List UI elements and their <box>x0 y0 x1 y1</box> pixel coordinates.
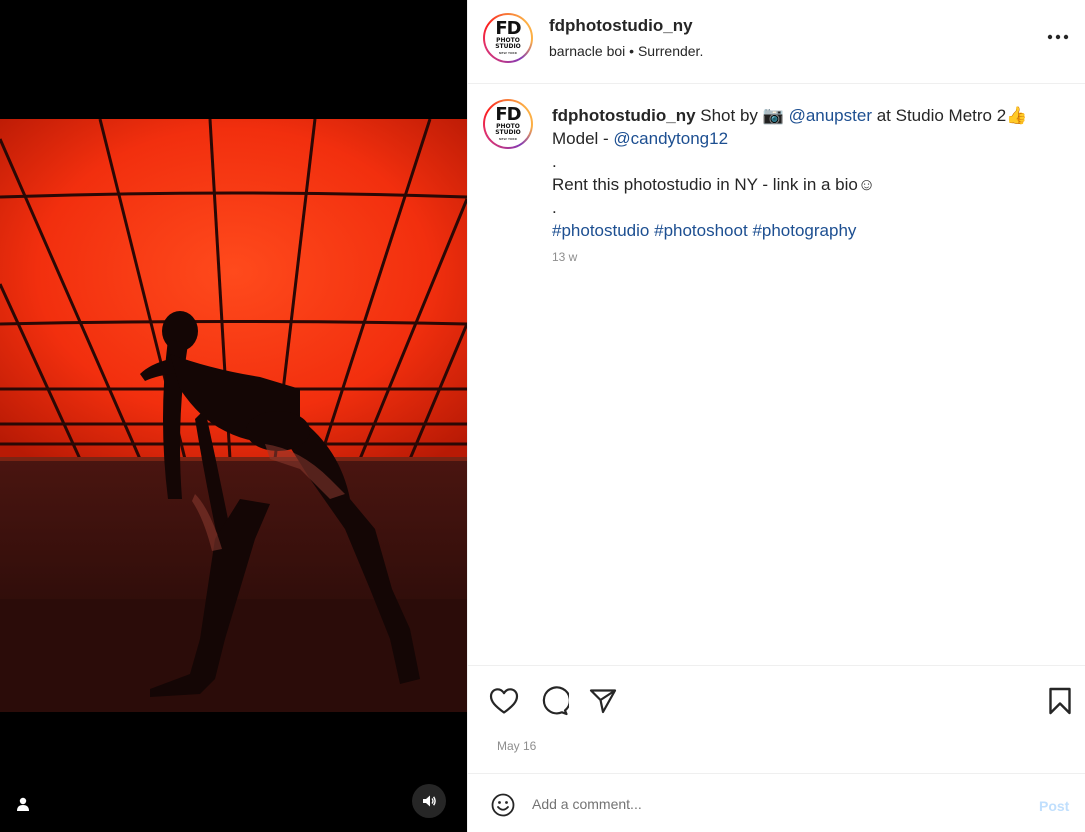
comment-button[interactable] <box>538 685 570 717</box>
comment-input[interactable] <box>532 791 1012 817</box>
post-photo[interactable] <box>0 119 467 712</box>
caption-shot-by: Shot by <box>700 106 758 125</box>
photo-scene <box>0 119 467 712</box>
share-icon <box>589 689 617 714</box>
caption-dot-2: . <box>552 198 557 217</box>
model-mention[interactable]: @candytong12 <box>613 129 728 148</box>
fd-logo: FD PHOTO STUDIO NEW YORK <box>485 15 531 61</box>
camera-emoji: 📷 <box>762 106 784 125</box>
post-comment-button[interactable]: Post <box>1039 798 1069 814</box>
hashtag-link[interactable]: #photoshoot <box>654 221 748 240</box>
caption-dot-1: . <box>552 152 557 171</box>
post-header: FD PHOTO STUDIO NEW YORK fdphotostudio_n… <box>468 0 1085 84</box>
emoji-icon <box>491 793 515 817</box>
fd-logo: FD PHOTO STUDIO NEW YORK <box>485 101 531 147</box>
author-username[interactable]: fdphotostudio_ny <box>549 16 693 36</box>
audio-attribution[interactable]: barnacle boi • Surrender. <box>549 43 703 59</box>
sound-toggle-button[interactable] <box>412 784 446 818</box>
rent-text: Rent this photostudio in NY - link in a … <box>552 175 858 194</box>
thumbs-up-emoji: 👍 <box>1006 106 1028 125</box>
like-button[interactable] <box>488 685 520 717</box>
caption-line-2: Model - @candytong12 <box>552 127 1072 150</box>
caption-avatar[interactable]: FD PHOTO STUDIO NEW YORK <box>483 99 533 149</box>
media-pane <box>0 0 467 832</box>
bookmark-icon <box>1049 687 1071 715</box>
caption-section: FD PHOTO STUDIO NEW YORK fdphotostudio_n… <box>468 84 1085 665</box>
caption-line-1: fdphotostudio_ny Shot by 📷 @anupster at … <box>552 104 1072 127</box>
caption-location: at Studio Metro 2 <box>876 106 1007 125</box>
author-avatar[interactable]: FD PHOTO STUDIO NEW YORK <box>483 13 533 63</box>
hashtag-link[interactable]: #photography <box>752 221 856 240</box>
caption-line-rent: Rent this photostudio in NY - link in a … <box>552 173 1072 196</box>
more-options-button[interactable] <box>1044 25 1072 49</box>
model-label: Model - <box>552 129 609 148</box>
audio-artist[interactable]: barnacle boi <box>549 43 625 59</box>
caption-timestamp[interactable]: 13 w <box>552 250 577 264</box>
user-tag-icon <box>17 797 29 811</box>
caption-text: fdphotostudio_ny Shot by 📷 @anupster at … <box>552 104 1072 242</box>
volume-icon <box>423 795 436 807</box>
comment-box: Post <box>468 773 1085 832</box>
caption-username[interactable]: fdphotostudio_ny <box>552 106 696 125</box>
action-bar: May 16 <box>468 665 1085 773</box>
save-button[interactable] <box>1044 685 1076 717</box>
audio-track[interactable]: Surrender. <box>638 43 703 59</box>
audio-separator: • <box>629 43 635 59</box>
emoji-picker-button[interactable] <box>490 792 516 818</box>
more-horizontal-icon <box>1047 34 1069 40</box>
post-side-pane: FD PHOTO STUDIO NEW YORK fdphotostudio_n… <box>467 0 1085 832</box>
smile-emoji: ☺ <box>857 175 876 194</box>
hashtag-link[interactable]: #photostudio <box>552 221 649 240</box>
hashtag-line: #photostudio #photoshoot #photography <box>552 219 1072 242</box>
heart-icon <box>489 688 519 714</box>
comment-icon <box>542 686 569 716</box>
user-tag-button[interactable] <box>11 792 35 816</box>
post-date[interactable]: May 16 <box>497 739 536 753</box>
share-button[interactable] <box>587 685 619 717</box>
photographer-mention[interactable]: @anupster <box>789 106 872 125</box>
